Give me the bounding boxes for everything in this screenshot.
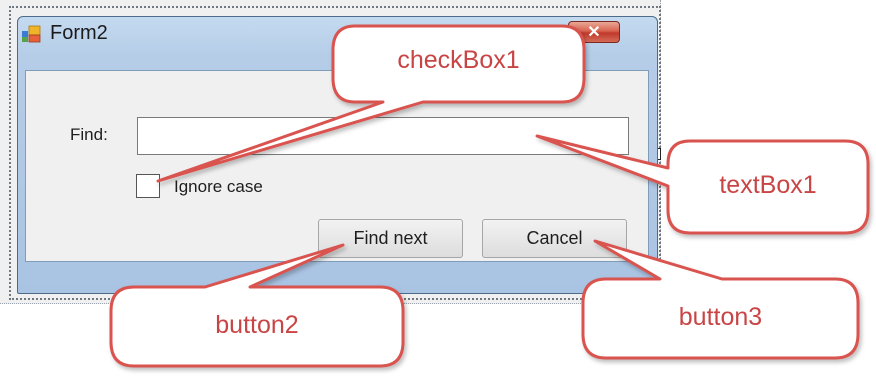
callout-checkbox-label: checkBox1 (397, 46, 520, 74)
callout-textbox-label: textBox1 (719, 171, 817, 199)
callout-button2-label: button2 (215, 311, 299, 339)
callout-button2-bubble (109, 243, 405, 368)
callout-button3-bubble (581, 239, 860, 360)
callout-button3-label: button3 (678, 303, 763, 331)
